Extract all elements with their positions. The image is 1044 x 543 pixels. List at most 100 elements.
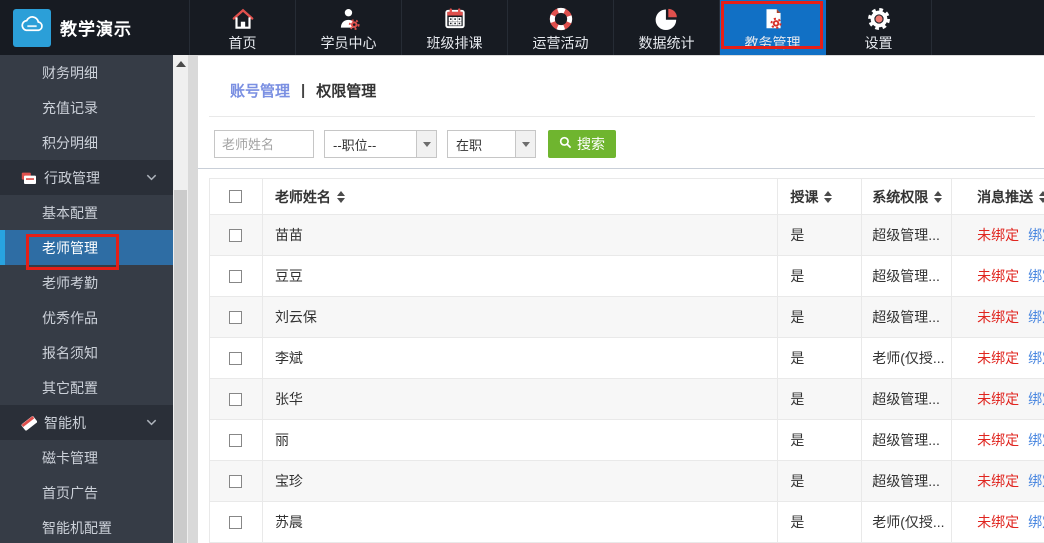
sort-icon[interactable]: [336, 190, 345, 203]
sidebar-item-homepage-ads[interactable]: 首页广告: [0, 475, 173, 510]
nav-item-settings[interactable]: 设置: [826, 0, 932, 55]
lifebuoy-icon: [548, 5, 574, 33]
teacher-table: 老师姓名 授课 系统权限 消息推送 苗苗 是 超级管理... 未绑定绑定 豆豆 …: [209, 178, 1044, 543]
row-checkbox[interactable]: [229, 228, 243, 242]
content-gutter: [188, 55, 198, 543]
table-row: 李斌 是 老师(仅授... 未绑定绑定: [210, 338, 1044, 379]
position-select[interactable]: --职位--: [324, 130, 437, 158]
sidebar-item-teacher-attendance[interactable]: 老师考勤: [0, 265, 173, 300]
teacher-name: 苗苗: [263, 215, 779, 255]
push-status: 未绑定: [977, 514, 1020, 530]
table-row: 刘云保 是 超级管理... 未绑定绑定: [210, 297, 1044, 338]
bind-link[interactable]: 绑定: [1028, 389, 1044, 409]
app-title: 教学演示: [60, 20, 132, 39]
teacher-name: 宝珍: [263, 461, 779, 501]
app-logo[interactable]: [13, 8, 51, 47]
document-gear-icon: [760, 5, 786, 33]
sidebar-item-points-detail[interactable]: 积分明细: [0, 125, 173, 160]
teacher-name: 李斌: [263, 338, 779, 378]
gear-icon: [866, 5, 892, 33]
tab-account-management[interactable]: 账号管理: [230, 80, 290, 101]
nav-item-home[interactable]: 首页: [190, 0, 296, 55]
nav-item-student-center[interactable]: 学员中心: [296, 0, 402, 55]
tabs-underline: [209, 116, 1035, 117]
push-status: 未绑定: [977, 268, 1020, 284]
bind-link[interactable]: 绑定: [1028, 266, 1044, 286]
sidebar-item-smart-machine-config[interactable]: 智能机配置: [0, 510, 173, 543]
tab-separator: |: [301, 82, 306, 99]
teacher-name: 张华: [263, 379, 779, 419]
nav-item-academic-management[interactable]: 教务管理: [720, 0, 826, 55]
teacher-name: 丽: [263, 420, 779, 460]
row-checkbox[interactable]: [229, 392, 243, 406]
row-checkbox[interactable]: [229, 269, 243, 283]
table-header-row: 老师姓名 授课 系统权限 消息推送: [210, 179, 1044, 215]
select-arrow-box: [515, 131, 535, 157]
nav-item-operations[interactable]: 运营活动: [508, 0, 614, 55]
sidebar-item-registration-notice[interactable]: 报名须知: [0, 335, 173, 370]
table-row: 宝珍 是 超级管理... 未绑定绑定: [210, 461, 1044, 502]
sidebar-item-basic-config[interactable]: 基本配置: [0, 195, 173, 230]
row-checkbox[interactable]: [229, 310, 243, 324]
sidebar-section-admin-management[interactable]: 行政管理: [0, 160, 173, 195]
brand: 教学演示: [13, 0, 132, 55]
row-checkbox[interactable]: [229, 515, 243, 529]
nav-item-statistics[interactable]: 数据统计: [614, 0, 720, 55]
row-checkbox[interactable]: [229, 351, 243, 365]
bind-link[interactable]: 绑定: [1028, 307, 1044, 327]
search-button[interactable]: 搜索: [548, 130, 616, 158]
cloud-icon: [18, 11, 46, 44]
push-status: 未绑定: [977, 309, 1020, 325]
sidebar-item-card-management[interactable]: 磁卡管理: [0, 440, 173, 475]
tab-permission-management[interactable]: 权限管理: [316, 80, 376, 101]
push-status: 未绑定: [977, 473, 1020, 489]
sidebar-item-recharge-records[interactable]: 充值记录: [0, 90, 173, 125]
student-center-icon: [336, 5, 362, 33]
sidebar: 财务明细 充值记录 积分明细 行政管理 基本配置 老师管理 老师考勤 优秀作品 …: [0, 55, 173, 543]
admin-folder-icon: [21, 170, 37, 186]
bind-link[interactable]: 绑定: [1028, 348, 1044, 368]
sort-icon[interactable]: [824, 190, 833, 203]
row-checkbox[interactable]: [229, 433, 243, 447]
select-all-checkbox[interactable]: [229, 190, 243, 203]
table-row: 苏晨 是 老师(仅授... 未绑定绑定: [210, 502, 1044, 543]
teacher-name-input[interactable]: [214, 130, 314, 158]
bind-link[interactable]: 绑定: [1028, 430, 1044, 450]
teacher-name: 刘云保: [263, 297, 779, 337]
sidebar-item-other-config[interactable]: 其它配置: [0, 370, 173, 405]
sidebar-item-excellent-works[interactable]: 优秀作品: [0, 300, 173, 335]
bind-link[interactable]: 绑定: [1028, 225, 1044, 245]
pie-chart-icon: [654, 5, 680, 33]
nav-item-class-scheduling[interactable]: 班级排课: [402, 0, 508, 55]
push-status: 未绑定: [977, 350, 1020, 366]
sort-icon[interactable]: [934, 190, 943, 203]
chevron-down-icon: [145, 416, 158, 432]
topbar: 教学演示 首页 学员中心 班级排课 运营活动 数据统计 教务管理 设置: [0, 0, 1044, 55]
table-row: 张华 是 超级管理... 未绑定绑定: [210, 379, 1044, 420]
top-navigation: 首页 学员中心 班级排课 运营活动 数据统计 教务管理 设置: [189, 0, 932, 55]
sort-icon[interactable]: [1039, 190, 1044, 203]
sidebar-item-teacher-management[interactable]: 老师管理: [0, 230, 173, 265]
table-row: 丽 是 超级管理... 未绑定绑定: [210, 420, 1044, 461]
employment-status-select[interactable]: 在职: [447, 130, 536, 158]
push-status: 未绑定: [977, 391, 1020, 407]
push-status: 未绑定: [977, 227, 1020, 243]
teacher-name: 豆豆: [263, 256, 779, 296]
sidebar-item-finance-detail[interactable]: 财务明细: [0, 55, 173, 90]
sidebar-section-smart-machine[interactable]: 智能机: [0, 405, 173, 440]
teacher-name: 苏晨: [263, 502, 779, 542]
push-status: 未绑定: [977, 432, 1020, 448]
chevron-down-icon: [145, 171, 158, 187]
section-divider: [198, 168, 1044, 169]
bind-link[interactable]: 绑定: [1028, 512, 1044, 532]
search-icon: [559, 136, 572, 152]
sidebar-scrollbar[interactable]: [173, 55, 188, 543]
scrollbar-thumb[interactable]: [174, 190, 187, 543]
chevron-down-icon: [521, 141, 530, 147]
home-icon: [230, 5, 256, 33]
table-row: 豆豆 是 超级管理... 未绑定绑定: [210, 256, 1044, 297]
scroll-up-arrow-icon[interactable]: [176, 61, 186, 67]
row-checkbox[interactable]: [229, 474, 243, 488]
search-toolbar: --职位-- 在职 搜索: [214, 130, 616, 158]
bind-link[interactable]: 绑定: [1028, 471, 1044, 491]
